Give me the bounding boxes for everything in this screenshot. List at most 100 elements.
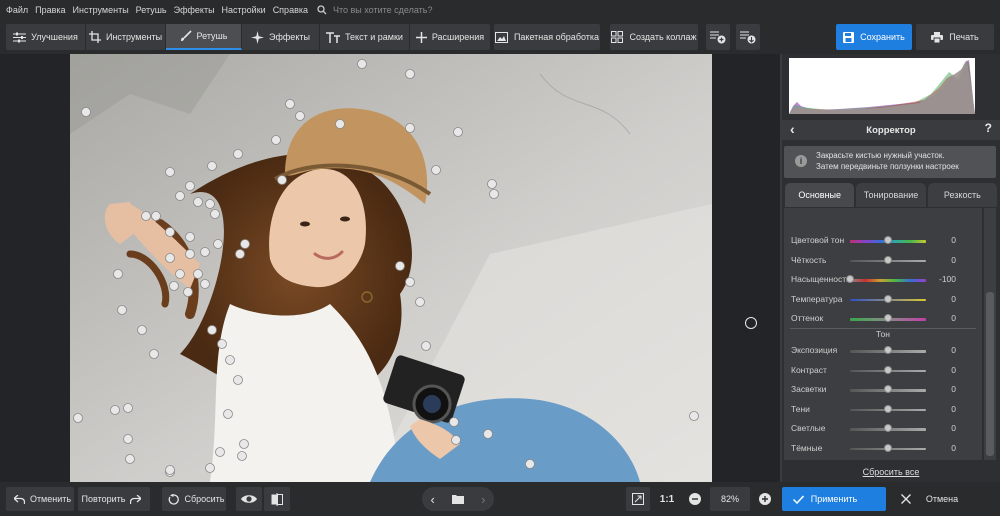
retouch-marker-40[interactable] [223,409,233,419]
retouch-marker-30[interactable] [169,281,179,291]
slider-knob[interactable] [884,236,892,244]
retouch-marker-16[interactable] [151,211,161,221]
retouch-marker-42[interactable] [215,447,225,457]
retouch-marker-51[interactable] [395,261,405,271]
tab-effects[interactable]: Эффекты [242,24,320,50]
retouch-marker-53[interactable] [415,297,425,307]
retouch-marker-6[interactable] [233,149,243,159]
apply-button[interactable]: Применить [782,487,886,511]
search-box[interactable]: Что вы хотите сделать? [317,5,433,15]
retouch-marker-8[interactable] [185,181,195,191]
slider-knob[interactable] [884,314,892,322]
retouch-marker-0[interactable] [81,107,91,117]
retouch-marker-55[interactable] [449,417,459,427]
retouch-marker-49[interactable] [73,413,83,423]
batch-processing-button[interactable]: Пакетная обработка [494,24,600,50]
tab-basic[interactable]: Основные [784,182,856,208]
zoom-in-button[interactable] [754,487,776,511]
retouch-marker-25[interactable] [235,249,245,259]
slider-knob[interactable] [846,275,854,283]
zoom-out-button[interactable] [684,487,706,511]
retouch-marker-64[interactable] [689,411,699,421]
retouch-marker-36[interactable] [207,325,217,335]
retouch-marker-22[interactable] [200,247,210,257]
menu-effects[interactable]: Эффекты [174,5,215,15]
retouch-marker-56[interactable] [451,435,461,445]
next-image-icon[interactable]: › [481,492,485,507]
retouch-marker-41[interactable] [239,439,249,449]
cancel-button[interactable]: Отмена [890,487,994,511]
fit-screen-button[interactable] [626,487,650,511]
retouch-marker-9[interactable] [205,199,215,209]
retouch-marker-2[interactable] [295,111,305,121]
menu-retouch[interactable]: Ретушь [136,5,167,15]
compare-button[interactable] [264,487,290,511]
retouch-marker-35[interactable] [113,269,123,279]
retouch-marker-29[interactable] [193,269,203,279]
retouch-marker-7[interactable] [165,167,175,177]
retouch-marker-62[interactable] [165,465,175,475]
retouch-marker-23[interactable] [165,253,175,263]
retouch-marker-3[interactable] [271,135,281,145]
retouch-marker-13[interactable] [431,165,441,175]
back-arrow-icon[interactable]: ‹ [790,121,795,137]
retouch-marker-60[interactable] [357,59,367,69]
slider-track[interactable] [850,279,926,282]
retouch-marker-24[interactable] [185,249,195,259]
retouch-marker-52[interactable] [405,277,415,287]
folder-icon[interactable] [451,494,464,504]
retouch-marker-5[interactable] [207,161,217,171]
scrollbar-thumb[interactable] [986,292,994,456]
tab-extensions[interactable]: Расширения [410,24,490,50]
retouch-marker-18[interactable] [193,197,203,207]
retouch-marker-63[interactable] [237,451,247,461]
undo-button[interactable]: Отменить [6,487,74,511]
menu-tools[interactable]: Инструменты [73,5,129,15]
retouch-marker-34[interactable] [149,349,159,359]
retouch-marker-54[interactable] [421,341,431,351]
retouch-marker-47[interactable] [110,405,120,415]
retouch-marker-15[interactable] [141,211,151,221]
retouch-marker-61[interactable] [405,69,415,79]
retouch-marker-20[interactable] [165,227,175,237]
slider-knob[interactable] [884,294,892,303]
menu-file[interactable]: Файл [6,5,28,15]
tab-toning[interactable]: Тонирование [855,182,927,208]
create-collage-button[interactable]: Создать коллаж [610,24,698,50]
photo-canvas[interactable] [70,54,712,482]
tab-enhancements[interactable]: Улучшения [6,24,86,50]
tab-retouch[interactable]: Ретушь [166,24,242,50]
preview-toggle-button[interactable] [236,487,262,511]
menu-edit[interactable]: Правка [35,5,65,15]
retouch-marker-33[interactable] [137,325,147,335]
retouch-marker-1[interactable] [285,99,295,109]
preset-add-button[interactable] [706,24,730,50]
slider-knob[interactable] [884,404,892,413]
save-button[interactable]: Сохранить [836,24,912,50]
retouch-marker-32[interactable] [200,279,210,289]
reset-button[interactable]: Сбросить [162,487,226,511]
menu-settings[interactable]: Настройки [222,5,266,15]
slider-knob[interactable] [884,365,892,374]
retouch-marker-17[interactable] [175,191,185,201]
retouch-marker-12[interactable] [453,127,463,137]
retouch-marker-48[interactable] [123,403,133,413]
slider-knob[interactable] [884,346,892,354]
retouch-marker-31[interactable] [183,287,193,297]
prev-image-icon[interactable]: ‹ [431,492,435,507]
retouch-marker-45[interactable] [123,434,133,444]
retouch-marker-57[interactable] [483,429,493,439]
tab-sharpness[interactable]: Резкость [926,182,998,208]
zoom-value[interactable]: 82% [710,487,750,511]
retouch-marker-4[interactable] [335,119,345,129]
slider-knob[interactable] [884,255,892,264]
redo-button[interactable]: Повторить [78,487,150,511]
retouch-marker-37[interactable] [217,339,227,349]
slider-knob[interactable] [884,443,892,452]
retouch-marker-28[interactable] [175,269,185,279]
retouch-marker-46[interactable] [125,454,135,464]
retouch-marker-26[interactable] [240,239,250,249]
tab-tools[interactable]: Инструменты [86,24,166,50]
panel-scrollbar[interactable] [984,208,996,460]
print-button[interactable]: Печать [916,24,994,50]
